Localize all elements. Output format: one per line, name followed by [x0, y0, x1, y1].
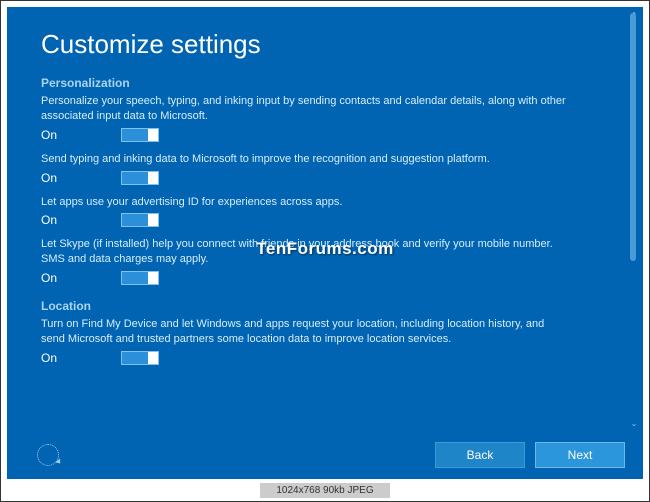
scrollbar[interactable]: ⌃ ⌄	[629, 13, 639, 427]
toggle-location[interactable]	[121, 351, 159, 365]
toggle-advertising-id[interactable]	[121, 213, 159, 227]
setting-desc: Personalize your speech, typing, and ink…	[41, 94, 571, 124]
setting-desc: Send typing and inking data to Microsoft…	[41, 152, 571, 167]
setting-desc: Turn on Find My Device and let Windows a…	[41, 317, 571, 347]
setting-row: On	[41, 128, 591, 142]
setting-row: On	[41, 213, 591, 227]
toggle-state-label: On	[41, 351, 121, 365]
back-button[interactable]: Back	[435, 442, 525, 468]
toggle-state-label: On	[41, 128, 121, 142]
toggle-state-label: On	[41, 213, 121, 227]
setting-row: On	[41, 351, 591, 365]
footer-bar: Back Next	[7, 431, 643, 479]
page-title: Customize settings	[41, 29, 591, 60]
scrollbar-thumb[interactable]	[630, 13, 636, 261]
settings-panel: Customize settings Personalization Perso…	[7, 7, 643, 479]
content-area: Customize settings Personalization Perso…	[7, 7, 625, 427]
toggle-state-label: On	[41, 171, 121, 185]
next-button[interactable]: Next	[535, 442, 625, 468]
chevron-down-icon[interactable]: ⌄	[629, 419, 639, 429]
section-header-personalization: Personalization	[41, 76, 591, 90]
toggle-send-typing-data[interactable]	[121, 171, 159, 185]
toggle-speech-typing[interactable]	[121, 128, 159, 142]
section-header-location: Location	[41, 299, 591, 313]
toggle-skype[interactable]	[121, 271, 159, 285]
toggle-state-label: On	[41, 271, 121, 285]
setting-desc: Let apps use your advertising ID for exp…	[41, 195, 571, 210]
setting-desc: Let Skype (if installed) help you connec…	[41, 237, 571, 267]
setting-row: On	[41, 171, 591, 185]
accessibility-icon[interactable]	[37, 444, 59, 466]
image-caption: 1024x768 90kb JPEG	[260, 483, 390, 498]
setting-row: On	[41, 271, 591, 285]
